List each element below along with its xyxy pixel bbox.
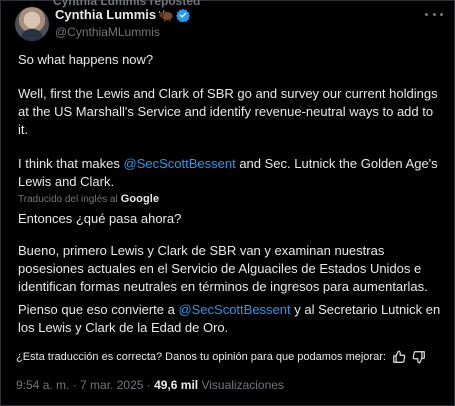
- tweet-metadata: 9:54 a. m. · 7 mar. 2025 · 49,6 mil Visu…: [16, 378, 284, 392]
- more-options-icon[interactable]: [425, 7, 443, 21]
- meta-separator: ·: [143, 378, 155, 392]
- original-paragraph-2: Well, first the Lewis and Clark of SBR g…: [18, 86, 438, 137]
- feedback-question: ¿Esta traducción es correcta? Danos tu o…: [16, 351, 386, 363]
- thumbs-down-icon[interactable]: [412, 350, 426, 364]
- verified-badge-icon[interactable]: [176, 8, 191, 23]
- author-handle[interactable]: @CynthiaMLummis: [55, 25, 160, 39]
- views-label: Visualizaciones: [198, 378, 284, 392]
- meta-separator: ·: [69, 378, 81, 392]
- translated-paragraph-1: Entonces ¿qué pasa ahora?: [18, 211, 182, 226]
- translated-paragraph-2: Bueno, primero Lewis y Clark de SBR van …: [18, 243, 428, 294]
- translated-p3-text-before: Pienso que eso convierte a: [18, 302, 179, 317]
- translation-attribution: Traducido del inglés al Google: [18, 193, 159, 205]
- tweet-card: Cynthia Lummis reposted Cynthia Lummis @…: [0, 0, 455, 406]
- google-logo: Google: [120, 193, 160, 205]
- tweet-date[interactable]: 7 mar. 2025: [80, 378, 143, 392]
- avatar[interactable]: [15, 7, 49, 41]
- translated-by-label: Traducido del inglés al: [18, 193, 118, 205]
- tweet-time[interactable]: 9:54 a. m.: [16, 378, 69, 392]
- original-paragraph-3: I think that makes @SecScottBessent and …: [18, 155, 443, 191]
- views-count[interactable]: 49,6 mil: [154, 378, 198, 392]
- mention-link-translated[interactable]: @SecScottBessent: [178, 302, 290, 317]
- translation-feedback: ¿Esta traducción es correcta? Danos tu o…: [16, 350, 426, 364]
- original-p3-text-before: I think that makes: [18, 156, 124, 171]
- thumbs-up-icon[interactable]: [392, 350, 406, 364]
- buffalo-emoji-icon: [158, 9, 173, 22]
- translated-paragraph-3: Pienso que eso convierte a @SecScottBess…: [18, 301, 443, 337]
- mention-link[interactable]: @SecScottBessent: [124, 156, 236, 171]
- author-name[interactable]: Cynthia Lummis: [55, 7, 156, 22]
- original-paragraph-1: So what happens now?: [18, 52, 154, 67]
- author-name-row: Cynthia Lummis: [55, 7, 191, 23]
